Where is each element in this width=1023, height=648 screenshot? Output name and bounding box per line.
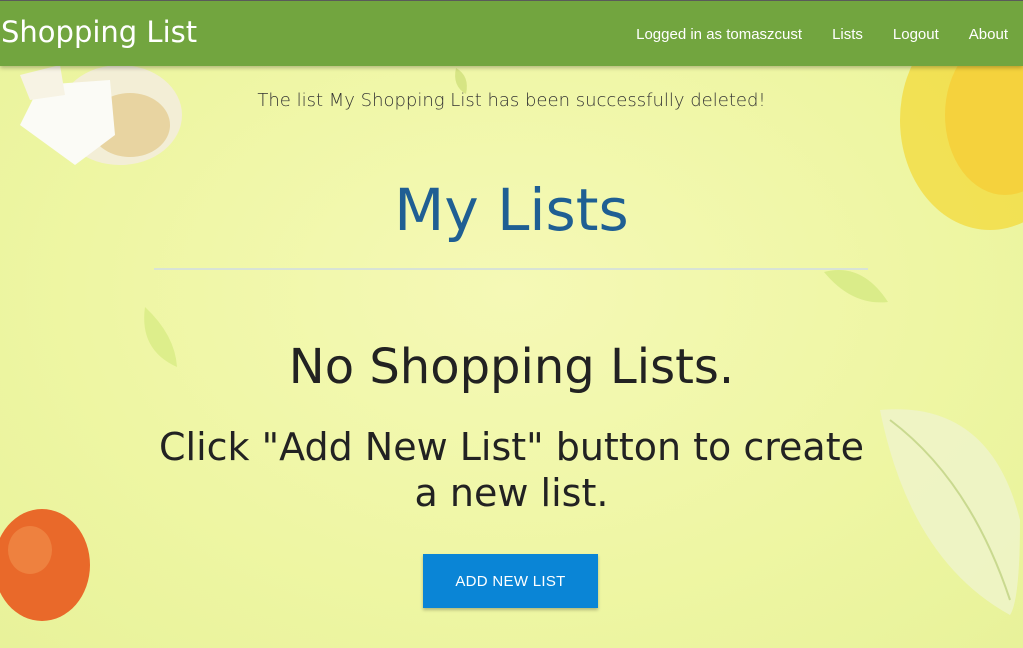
empty-state-heading: No Shopping Lists. (288, 339, 735, 395)
leaf-decoration (880, 409, 1020, 615)
page-title: My Lists (394, 176, 629, 244)
tomato-decoration (0, 509, 90, 621)
nav-links: Logged in as tomaszcust Lists Logout Abo… (621, 1, 1023, 67)
empty-state-text: Click "Add New List" button to create a … (159, 425, 864, 515)
nav-lists-link[interactable]: Lists (832, 26, 863, 43)
nav-logged-in-user[interactable]: Logged in as tomaszcust (636, 26, 802, 43)
mushroom-decoration (20, 65, 182, 165)
navbar: Shopping List Logged in as tomaszcust Li… (0, 0, 1023, 66)
nav-about-link[interactable]: About (969, 26, 1008, 43)
title-divider (154, 268, 868, 270)
add-new-list-button[interactable]: ADD NEW LIST (423, 554, 598, 608)
brand-link[interactable]: Shopping List (1, 15, 197, 49)
nav-logout-link[interactable]: Logout (893, 26, 939, 43)
flash-message: The list My Shopping List has been succe… (257, 90, 766, 111)
